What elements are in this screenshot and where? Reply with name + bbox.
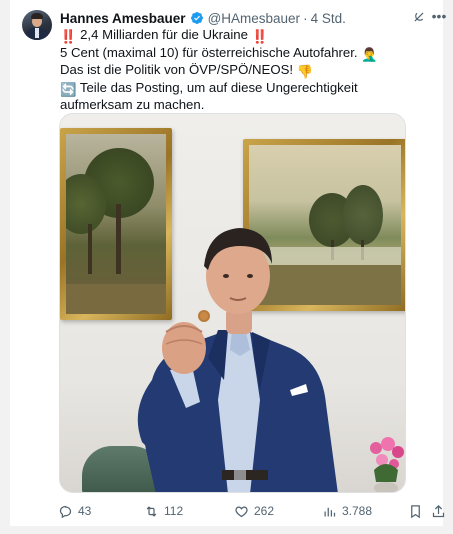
grok-icon[interactable] [412,10,426,24]
tweet-text: ‼️ 2,4 Milliarden für die Ukraine ‼️ 5 C… [60,27,420,113]
avatar[interactable] [22,10,52,40]
frame-left [0,0,10,534]
views-icon [324,507,336,516]
heart-icon [235,505,248,517]
like-button[interactable]: 262 [234,501,274,521]
share-button[interactable] [431,501,446,521]
separator-dot: · [303,10,308,26]
tweet-line-2: 5 Cent (maximal 10) für österreichische … [60,44,378,62]
bookmark-button[interactable] [408,501,423,521]
author-name[interactable]: Hannes Amesbauer [60,11,186,26]
repost-count: 112 [164,504,184,518]
repeat-arrows-icon: 🔄 [60,81,77,97]
post-time[interactable]: 4 Std. [311,11,346,26]
share-icon [432,504,445,517]
more-icon[interactable]: ••• [431,8,447,24]
tweet-header: Hannes Amesbauer @HAmesbauer · 4 Std. [60,9,346,27]
tweet-line-4: 🔄 Teile das Posting, um auf diese Ungere… [60,79,358,113]
bookmark-icon [411,504,420,518]
man-holding-coin [137,228,338,492]
flower-plant [370,437,404,492]
frame-bottom [0,526,453,534]
reply-count: 43 [78,504,92,518]
repost-icon [146,505,157,517]
views-count: 3.788 [342,504,373,518]
author-handle[interactable]: @HAmesbauer [208,11,301,26]
facepalm-icon: 🤦‍♂️ [361,46,378,62]
like-count: 262 [254,504,275,518]
double-exclamation-icon: ‼️ [251,29,269,44]
repost-button[interactable]: 112 [144,501,183,521]
views-button[interactable]: 3.788 [322,501,372,521]
double-exclamation-icon: ‼️ [60,29,77,44]
verified-badge-icon [190,12,203,24]
tweet-line-1: ‼️ 2,4 Milliarden für die Ukraine ‼️ [60,27,269,44]
frame-right [443,0,453,534]
tweet-line-3: Das ist die Politik von ÖVP/SPÖ/NEOS! 👎 [60,62,314,79]
reply-icon [59,505,72,518]
thumbs-down-icon: 👎 [296,64,314,79]
reply-button[interactable]: 43 [58,501,91,521]
action-bar: 43 112 262 3.788 [58,501,450,521]
post-photo[interactable] [59,113,406,493]
